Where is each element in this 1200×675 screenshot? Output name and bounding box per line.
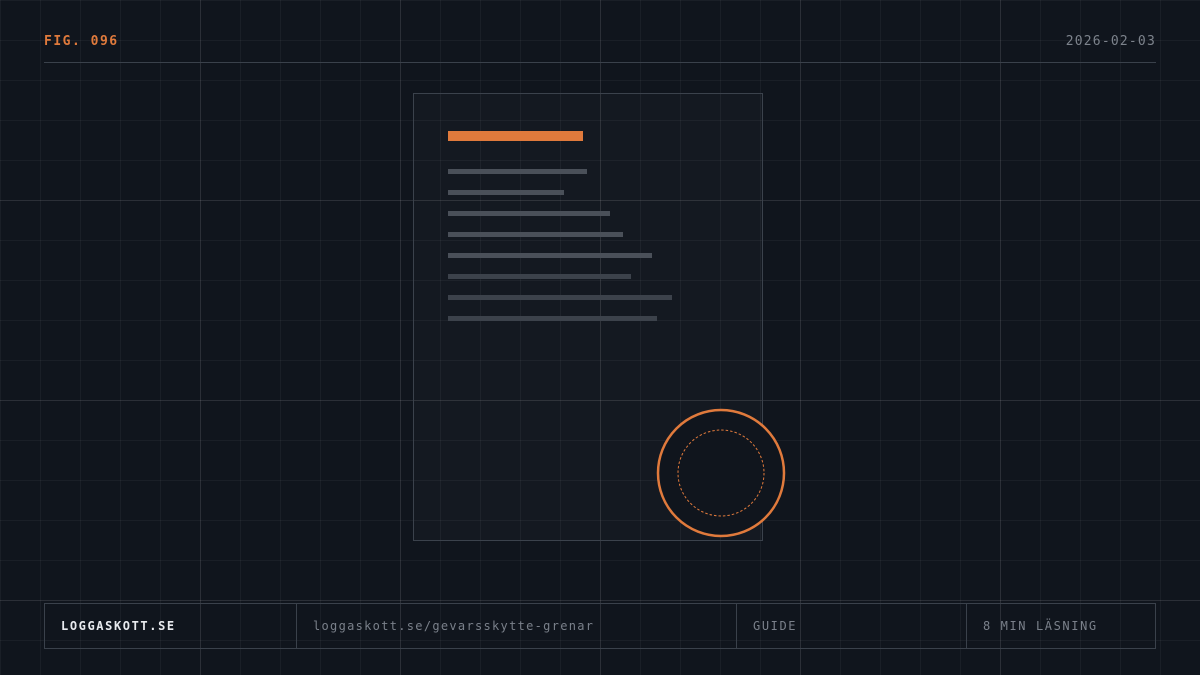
document-text-line xyxy=(448,211,610,216)
footer-bar: LOGGASKOTT.SE loggaskott.se/gevarsskytte… xyxy=(44,603,1156,649)
grid-line xyxy=(400,0,401,675)
grid-line xyxy=(800,0,801,675)
article-url: loggaskott.se/gevarsskytte-grenar xyxy=(296,604,736,648)
grid-line xyxy=(1000,0,1001,675)
document-text-line xyxy=(448,274,631,279)
header: FIG. 096 2026-02-03 xyxy=(44,34,1156,63)
document-text-line xyxy=(448,295,672,300)
document-text-line xyxy=(448,169,587,174)
figure-label: FIG. 096 xyxy=(44,34,119,49)
grid-line xyxy=(0,600,1200,601)
document-text-line xyxy=(448,253,652,258)
site-brand: LOGGASKOTT.SE xyxy=(61,619,176,633)
seal-stamp-icon xyxy=(656,408,786,538)
grid-line xyxy=(200,0,201,675)
article-category: GUIDE xyxy=(736,604,966,648)
document-text-line xyxy=(448,232,623,237)
publish-date: 2026-02-03 xyxy=(1065,34,1156,49)
reading-time: 8 MIN LÄSNING xyxy=(966,604,1155,648)
document-text-line xyxy=(448,316,657,321)
document-text-line xyxy=(448,190,564,195)
document-title-bar xyxy=(448,131,583,141)
